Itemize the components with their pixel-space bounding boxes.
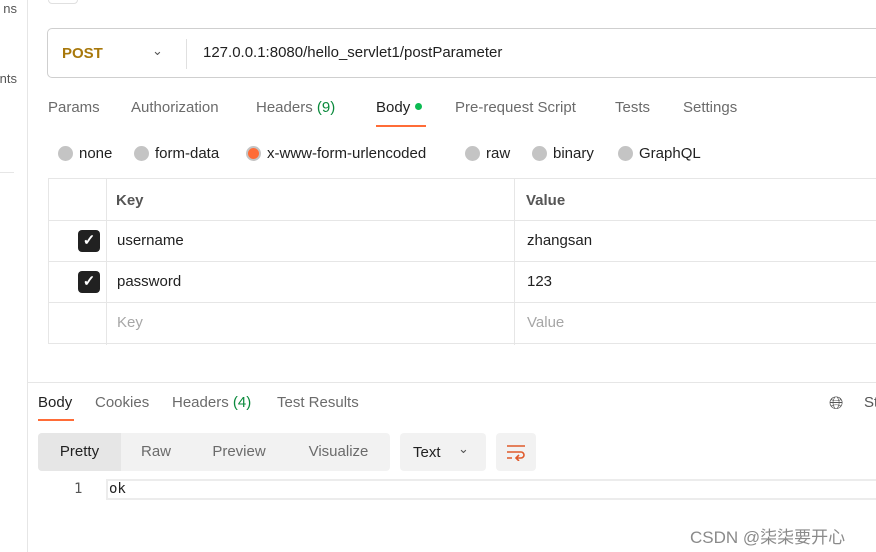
url-input[interactable]: 127.0.0.1:8080/hello_servlet1/postParame… [203, 44, 502, 61]
globe-icon[interactable]: 🌐︎ [829, 393, 843, 414]
radio-label: form-data [155, 145, 220, 162]
response-tab-body[interactable]: Body [38, 394, 72, 411]
radio-icon [532, 146, 547, 161]
tab-body[interactable]: Body [376, 99, 423, 116]
tab-tests[interactable]: Tests [615, 99, 650, 116]
radio-none[interactable]: none [58, 145, 112, 162]
response-tab-headers[interactable]: Headers (4) [172, 394, 251, 411]
column-header-value: Value [526, 192, 566, 209]
radio-label: GraphQL [639, 145, 701, 162]
wrap-lines-button[interactable] [496, 433, 536, 471]
row-checkbox[interactable]: ✓ [78, 230, 100, 252]
divider [28, 382, 876, 383]
status-dot-icon [415, 103, 423, 110]
tab-settings[interactable]: Settings [683, 99, 737, 116]
top-button[interactable] [48, 0, 78, 4]
view-raw[interactable]: Raw [121, 433, 191, 471]
value-input-placeholder[interactable]: Value [527, 314, 564, 331]
row-checkbox[interactable]: ✓ [78, 271, 100, 293]
watermark: CSDN @柒柒要开心 [690, 528, 846, 547]
headers-count: (4) [232, 394, 252, 411]
radio-icon [58, 146, 73, 161]
value-cell[interactable]: zhangsan [527, 232, 592, 249]
key-input-placeholder[interactable]: Key [117, 314, 143, 331]
view-mode-segmented: Pretty Raw Preview Visualize [38, 433, 390, 471]
radio-label: binary [553, 145, 594, 162]
wrap-icon [507, 445, 525, 461]
active-tab-underline [38, 419, 74, 421]
radio-urlencoded[interactable]: x-www-form-urlencoded [246, 145, 426, 162]
radio-raw[interactable]: raw [465, 145, 510, 162]
sidebar-item[interactable]: nts [0, 71, 17, 86]
key-cell[interactable]: username [117, 232, 184, 249]
value-cell[interactable]: 123 [527, 273, 552, 290]
code-line: ok [109, 481, 126, 497]
view-pretty[interactable]: Pretty [38, 433, 121, 471]
method-select[interactable]: POST [62, 45, 103, 62]
line-number: 1 [74, 481, 83, 497]
radio-graphql[interactable]: GraphQL [618, 145, 701, 162]
headers-count: (9) [316, 99, 336, 116]
status-label: St [864, 394, 876, 411]
format-select[interactable]: Text ⌄ [400, 433, 486, 471]
sidebar-item[interactable]: ns [3, 1, 17, 16]
chevron-down-icon: ⌄ [458, 441, 469, 456]
tab-pre-request-script[interactable]: Pre-request Script [455, 99, 576, 116]
key-cell[interactable]: password [117, 273, 181, 290]
tab-params[interactable]: Params [48, 99, 100, 116]
radio-label: x-www-form-urlencoded [267, 145, 427, 162]
response-tab-test-results[interactable]: Test Results [277, 394, 359, 411]
tab-authorization[interactable]: Authorization [131, 99, 219, 116]
response-tab-cookies[interactable]: Cookies [95, 394, 149, 411]
tab-label: Headers [256, 99, 313, 116]
column-header-key: Key [116, 192, 144, 209]
response-body[interactable]: ok [106, 479, 876, 500]
radio-icon [465, 146, 480, 161]
format-value: Text [413, 444, 441, 461]
params-table: Key Value ✓ username zhangsan ✓ password… [48, 178, 876, 345]
radio-selected-icon [246, 146, 261, 161]
view-visualize[interactable]: Visualize [287, 433, 390, 471]
radio-icon [134, 146, 149, 161]
sidebar: ns nts [0, 0, 28, 552]
radio-label: raw [486, 145, 511, 162]
view-preview[interactable]: Preview [191, 433, 287, 471]
radio-icon [618, 146, 633, 161]
tab-headers[interactable]: Headers (9) [256, 99, 335, 116]
active-tab-underline [376, 125, 426, 127]
chevron-down-icon[interactable]: ⌄ [152, 43, 163, 59]
radio-form-data[interactable]: form-data [134, 145, 219, 162]
radio-binary[interactable]: binary [532, 145, 594, 162]
tab-label: Headers [172, 394, 229, 411]
url-bar: POST ⌄ 127.0.0.1:8080/hello_servlet1/pos… [47, 28, 876, 78]
divider [186, 39, 187, 69]
tab-label: Body [376, 99, 411, 116]
radio-label: none [79, 145, 113, 162]
